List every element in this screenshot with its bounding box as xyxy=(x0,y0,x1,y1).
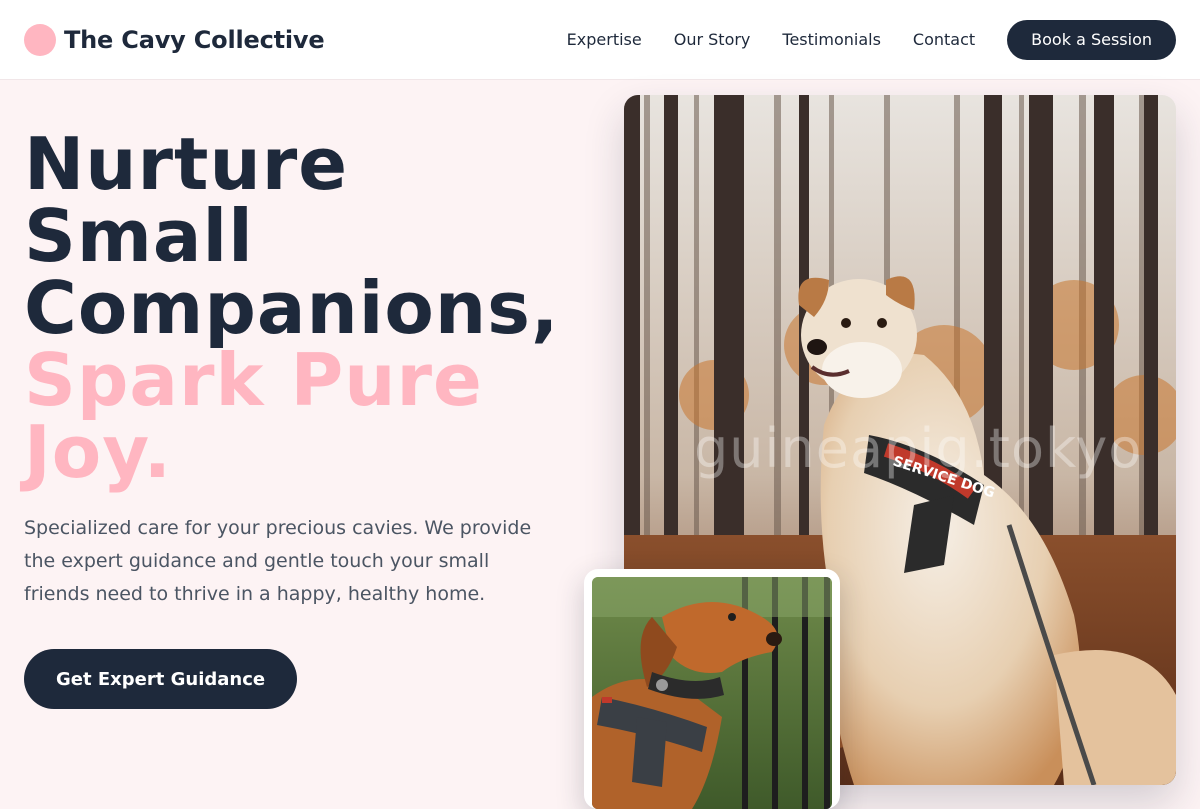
hero-description: Specialized care for your precious cavie… xyxy=(24,517,532,605)
site-header: The Cavy Collective Expertise Our Story … xyxy=(0,0,1200,80)
headline-line: Companions, xyxy=(24,266,560,350)
headline-accent-line: Spark Pure xyxy=(24,338,483,422)
headline-accent-line: Joy. xyxy=(24,410,172,494)
hero-secondary-photo xyxy=(584,569,840,809)
nav-link-our-story[interactable]: Our Story xyxy=(674,30,751,49)
hero-headline: Nurture Small Companions, Spark Pure Joy… xyxy=(24,128,584,488)
logo-circle-icon xyxy=(24,23,56,56)
nav-link-expertise[interactable]: Expertise xyxy=(567,30,642,49)
brand-name: The Cavy Collective xyxy=(64,25,325,54)
hero-copy: Nurture Small Companions, Spark Pure Joy… xyxy=(24,128,584,709)
brown-dog-harness-image xyxy=(592,577,832,809)
book-session-button[interactable]: Book a Session xyxy=(1007,19,1176,60)
headline-line: Nurture xyxy=(24,122,349,206)
nav-link-testimonials[interactable]: Testimonials xyxy=(782,30,881,49)
nav-link-contact[interactable]: Contact xyxy=(913,30,975,49)
main-nav: Expertise Our Story Testimonials Contact… xyxy=(567,19,1176,60)
headline-line: Small xyxy=(24,194,254,278)
get-expert-guidance-button[interactable]: Get Expert Guidance xyxy=(24,649,298,709)
brand[interactable]: The Cavy Collective xyxy=(24,23,325,56)
